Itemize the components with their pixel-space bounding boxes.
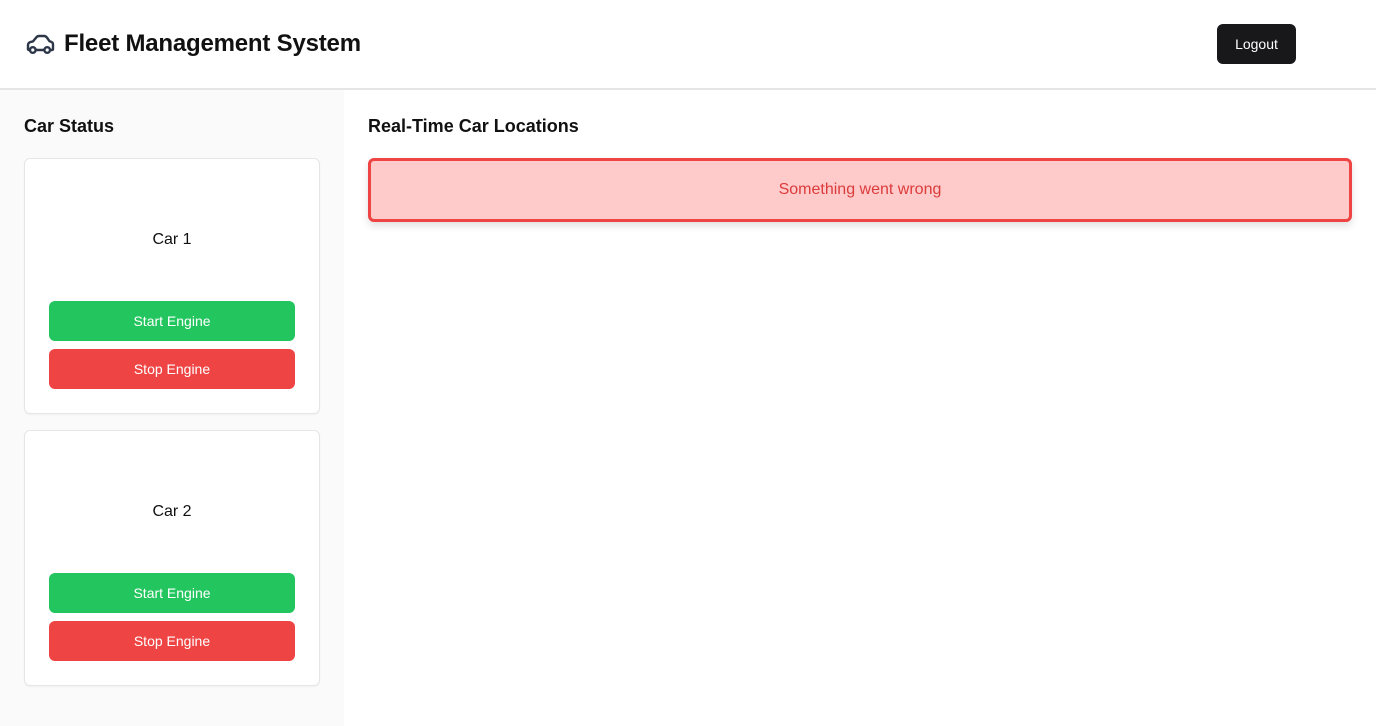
brand: Fleet Management System [24, 28, 361, 60]
car-status-sidebar: Car Status Car 1 Start Engine Stop Engin… [0, 90, 344, 726]
sidebar-title: Car Status [24, 116, 115, 136]
car-card: Car 2 Start Engine Stop Engine [24, 430, 320, 686]
error-alert: Something went wrong [368, 158, 1352, 222]
car-name: Car 2 [152, 503, 192, 520]
stop-engine-button[interactable]: Stop Engine [49, 349, 295, 389]
car-name: Car 1 [152, 231, 192, 248]
car-card: Car 1 Start Engine Stop Engine [24, 158, 320, 414]
start-engine-button[interactable]: Start Engine [49, 301, 295, 341]
map-section-title: Real-Time Car Locations [368, 116, 579, 136]
app-title: Fleet Management System [64, 30, 361, 57]
car-icon [24, 28, 56, 60]
app-header: Fleet Management System Logout [0, 0, 1376, 90]
logout-button[interactable]: Logout [1217, 24, 1296, 64]
error-message: Something went wrong [778, 181, 942, 198]
start-engine-button[interactable]: Start Engine [49, 573, 295, 613]
stop-engine-button[interactable]: Stop Engine [49, 621, 295, 661]
